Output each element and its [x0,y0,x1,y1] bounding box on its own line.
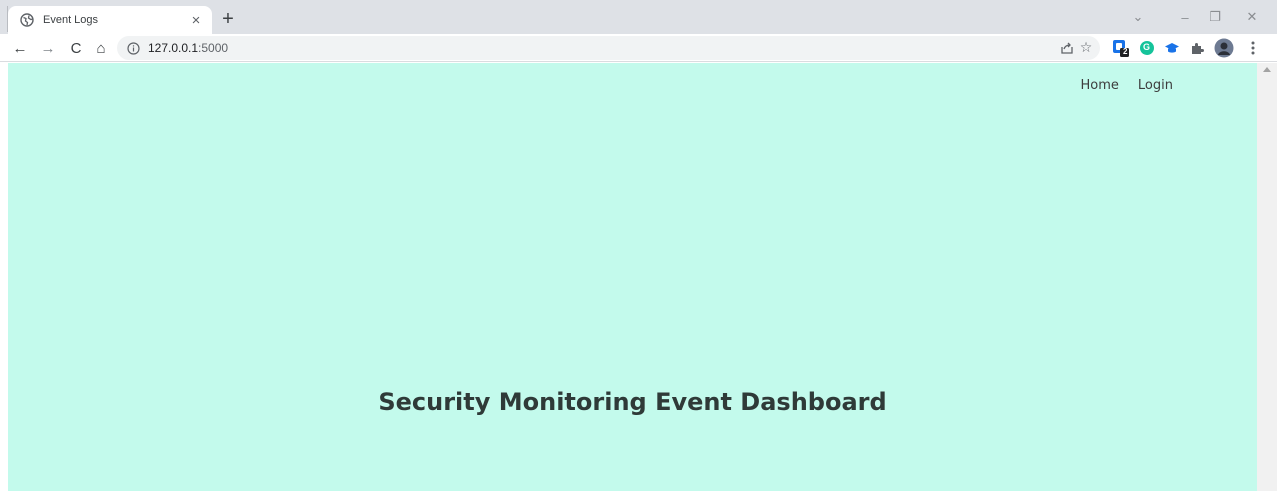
new-tab-button[interactable]: + [218,9,238,29]
nav-home-link[interactable]: Home [1081,78,1119,93]
address-url: 127.0.0.1:5000 [148,41,228,55]
url-port: :5000 [198,41,229,55]
reload-button[interactable]: C [66,38,86,58]
page-title: Security Monitoring Event Dashboard [378,388,887,416]
tab-close-icon[interactable]: × [188,12,204,28]
share-icon[interactable] [1060,41,1074,55]
extension-badge-icon[interactable]: 2 [1111,38,1131,58]
restore-button[interactable]: ❐ [1205,8,1225,26]
bookmark-star-icon[interactable]: ☆ [1078,39,1094,55]
extension-badge-count: 2 [1123,47,1128,56]
vertical-scrollbar[interactable] [1257,63,1277,491]
site-info-icon[interactable] [127,41,140,55]
address-bar[interactable]: 127.0.0.1:5000 ☆ [117,36,1100,60]
forward-button[interactable]: → [38,38,58,58]
profile-avatar[interactable] [1214,38,1234,58]
graduation-cap-icon[interactable] [1162,38,1182,58]
nav-login-link[interactable]: Login [1138,78,1173,93]
scroll-up-arrow-icon[interactable] [1263,67,1271,72]
browser-tab[interactable]: Event Logs × [8,6,212,34]
extensions-puzzle-icon[interactable] [1187,38,1207,58]
minimize-button[interactable]: – [1175,8,1195,26]
tab-search-icon[interactable]: ⌄ [1128,8,1148,26]
tab-strip: Event Logs × + ⌄ – ❐ ✕ [0,0,1277,34]
back-button[interactable]: ← [10,38,30,58]
grammarly-icon[interactable]: G [1137,38,1157,58]
tab-title: Event Logs [43,14,99,26]
url-host: 127.0.0.1 [148,41,199,55]
grammarly-letter: G [1143,42,1151,52]
page-viewport: Home Login Security Monitoring Event Das… [8,63,1257,491]
top-nav: Home Login [1081,78,1173,93]
globe-icon [20,13,34,27]
home-button[interactable]: ⌂ [91,38,111,58]
browser-toolbar: ← → C ⌂ 127.0.0.1:5000 ☆ 2 G [0,34,1277,62]
close-window-button[interactable]: ✕ [1242,8,1262,26]
menu-kebab-icon[interactable] [1243,38,1263,58]
